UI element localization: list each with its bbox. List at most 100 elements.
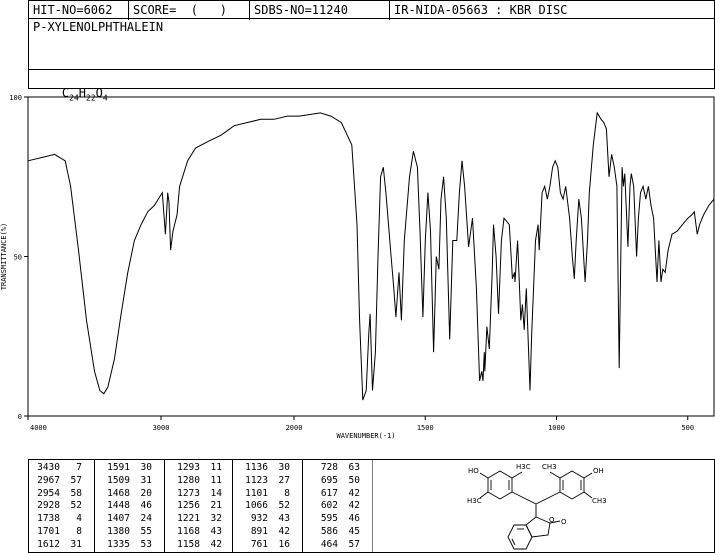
peak-row: 2928 52	[30, 500, 82, 513]
x-tick-label: 1000	[548, 424, 565, 432]
peak-transmittance: 52	[278, 500, 290, 512]
peak-row: 1407 24	[100, 513, 152, 526]
peak-transmittance: 58	[70, 487, 82, 499]
peak-row: 1136 30	[238, 462, 290, 475]
peak-wavenumber: 1293	[177, 462, 200, 473]
peak-wavenumber: 1168	[177, 525, 200, 537]
y-axis-label: TRANSMITTANCE(%)	[0, 223, 8, 290]
header-bar: HIT-NO=6062 SCORE= ( ) SDBS-NO=11240 IR-…	[28, 0, 715, 20]
peak-wavenumber: 1101	[245, 487, 268, 499]
peak-wavenumber: 1123	[245, 474, 268, 486]
peak-row: 1123 27	[238, 475, 290, 488]
peak-wavenumber: 602	[320, 500, 338, 512]
x-tick-label: 2000	[286, 424, 303, 432]
structure-label-h3c: H3C	[516, 463, 531, 471]
peak-column: 1136 30 1123 27 1101 8 1066 52 932 43 891 42 761 16	[238, 462, 290, 552]
peak-row: 1273 14	[170, 488, 222, 501]
peak-wavenumber: 1738	[37, 513, 60, 525]
structure-label-ch3: CH3	[542, 463, 557, 471]
x-tick-label: 1500	[417, 424, 434, 432]
peak-wavenumber: 2967	[37, 474, 60, 486]
peak-row: 2954 58	[30, 488, 82, 501]
peak-transmittance: 43	[210, 525, 222, 537]
peak-wavenumber: 1468	[107, 487, 130, 499]
peak-row: 1468 20	[100, 488, 152, 501]
peak-wavenumber: 761	[250, 538, 268, 550]
peak-wavenumber: 1158	[177, 538, 200, 550]
chemical-structure: HO OH H3C CH3 H3C CH3 O O	[372, 459, 607, 553]
x-axis-label: WAVENUMBER(-1)	[336, 432, 395, 440]
structure-label-ho: HO	[468, 467, 479, 475]
peak-wavenumber: 1591	[107, 462, 130, 473]
peak-row: 2967 57	[30, 475, 82, 488]
peak-wavenumber: 1136	[245, 462, 268, 473]
peak-wavenumber: 1407	[107, 513, 130, 525]
peak-row: 3430 7	[30, 462, 82, 475]
peak-row: 1612 31	[30, 539, 82, 552]
peak-column: 1293 11 1280 11 1273 14 1256 21 1221 32 1168 43 1158…	[170, 462, 222, 552]
peak-row: 1168 43	[170, 526, 222, 539]
peak-row: 1335 53	[100, 539, 152, 552]
peak-column: 1591 30 1509 31 1468 20 1448 46 1407 24 1380 55 1335…	[100, 462, 152, 552]
peak-wavenumber: 1273	[177, 487, 200, 499]
peak-transmittance: 31	[140, 474, 152, 486]
peak-transmittance: 42	[210, 538, 222, 550]
structure-label-o: O	[561, 518, 567, 526]
peak-wavenumber: 1256	[177, 500, 200, 512]
peak-wavenumber: 2928	[37, 500, 60, 512]
peak-transmittance: 30	[140, 462, 152, 473]
peak-row: 1293 11	[170, 462, 222, 475]
peak-transmittance: 27	[278, 474, 290, 486]
peak-row: 1066 52	[238, 500, 290, 513]
peak-transmittance: 7	[76, 462, 82, 473]
peak-wavenumber: 695	[320, 474, 338, 486]
compound-name-box: P-XYLENOLPHTHALEIN	[28, 18, 715, 70]
peak-row: 1380 55	[100, 526, 152, 539]
peak-transmittance: 42	[348, 500, 360, 512]
peak-wavenumber: 595	[320, 513, 338, 525]
structure-label-ch3: CH3	[592, 497, 607, 505]
peak-wavenumber: 1335	[107, 538, 130, 550]
y-tick-label: 100	[9, 94, 22, 102]
peak-row: 602 42	[308, 500, 360, 513]
peak-transmittance: 42	[348, 487, 360, 499]
peak-transmittance: 11	[210, 474, 222, 486]
peak-row: 1256 21	[170, 500, 222, 513]
peak-row: 1509 31	[100, 475, 152, 488]
peak-transmittance: 20	[140, 487, 152, 499]
structure-label-h3c: H3C	[467, 497, 482, 505]
peak-row: 595 46	[308, 513, 360, 526]
structure-label-oh: OH	[593, 467, 604, 475]
peak-column-divider	[164, 459, 165, 553]
peak-column: 728 63 695 50 617 42 602 42 595 46 586 45 464 57	[308, 462, 360, 552]
peak-wavenumber: 1221	[177, 513, 200, 525]
peak-wavenumber: 891	[250, 525, 268, 537]
peak-wavenumber: 1280	[177, 474, 200, 486]
peak-transmittance: 8	[76, 525, 82, 537]
peak-transmittance: 45	[348, 525, 360, 537]
peak-transmittance: 50	[348, 474, 360, 486]
peak-transmittance: 63	[348, 462, 360, 473]
peak-transmittance: 52	[70, 500, 82, 512]
formula-box: C24H22O4	[28, 69, 715, 102]
peak-column: 3430 7 2967 57 2954 58 2928 52 1738 4 1701 8 1612 31	[30, 462, 82, 552]
peak-transmittance: 57	[348, 538, 360, 550]
peak-transmittance: 42	[278, 525, 290, 537]
peak-wavenumber: 728	[320, 462, 338, 473]
structure-label-o: O	[549, 516, 555, 524]
peak-row: 1701 8	[30, 526, 82, 539]
ir-spectrum-chart: 4000 3000 2000 1500 1000 500100500 WAVENUMBER…	[0, 94, 715, 440]
peak-transmittance: 31	[70, 538, 82, 550]
peak-column-divider	[94, 459, 95, 553]
peak-transmittance: 46	[348, 513, 360, 525]
peak-transmittance: 21	[210, 500, 222, 512]
peak-row: 1158 42	[170, 539, 222, 552]
peak-row: 728 63	[308, 462, 360, 475]
x-tick-label: 4000	[30, 424, 47, 432]
peak-transmittance: 11	[210, 462, 222, 473]
series-line	[27, 111, 715, 401]
y-tick-label: 50	[14, 254, 22, 262]
peak-transmittance: 55	[140, 525, 152, 537]
peak-transmittance: 4	[76, 513, 82, 525]
peak-wavenumber: 3430	[37, 462, 60, 473]
